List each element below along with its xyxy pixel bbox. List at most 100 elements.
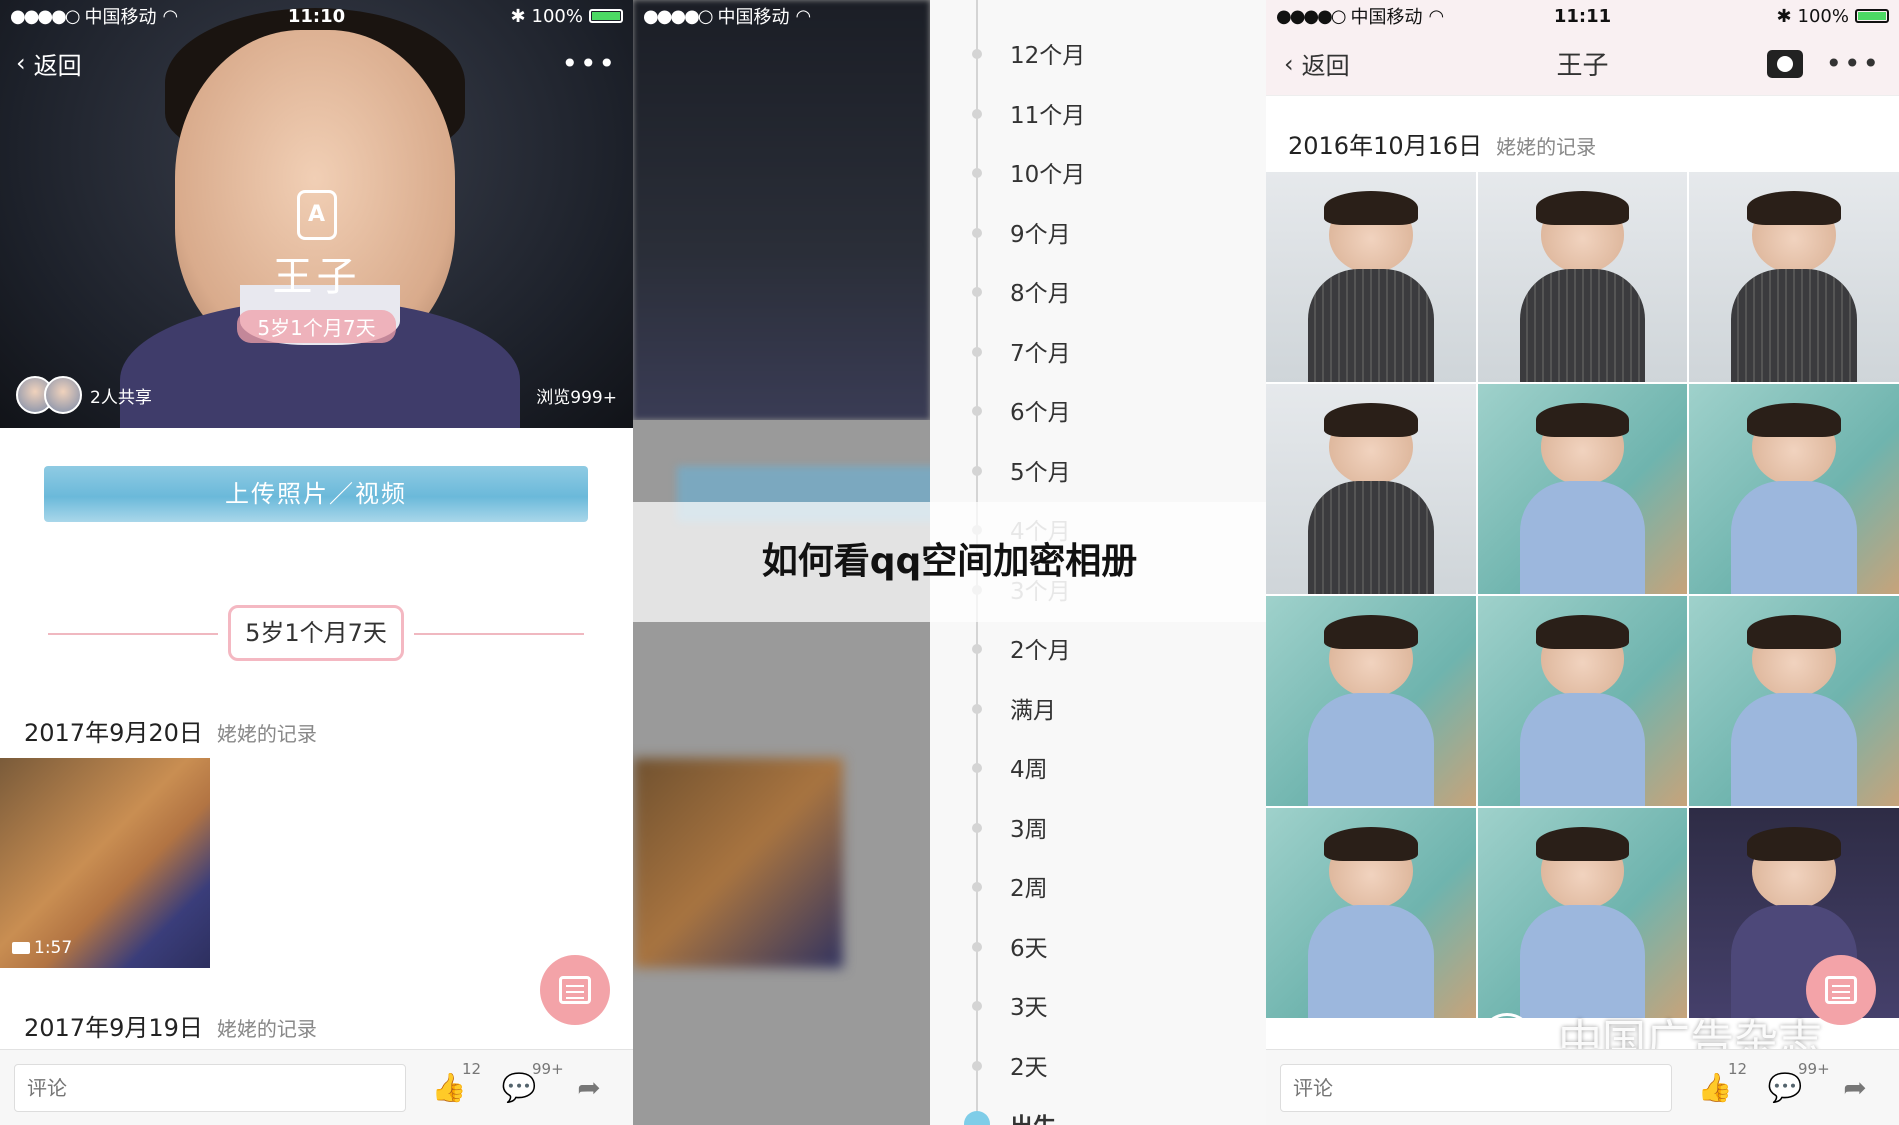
age-divider: 5岁1个月7天 bbox=[48, 605, 584, 665]
record-date: 2016年10月16日 bbox=[1288, 132, 1483, 160]
timeline-item[interactable]: 出生 bbox=[930, 1101, 1266, 1125]
timeline-dot bbox=[972, 346, 982, 357]
comment-icon[interactable]: 💬 bbox=[502, 1070, 537, 1104]
profile-header: A 王子 5岁1个月7天 bbox=[0, 190, 633, 343]
timeline-dot bbox=[972, 49, 982, 59]
signal-icon: ●●●●○ bbox=[643, 5, 714, 27]
profile-footer: 2人共享 浏览999+ bbox=[16, 376, 617, 414]
timeline-item[interactable]: 2周 bbox=[930, 863, 1266, 907]
share-icon[interactable]: ➦ bbox=[572, 1070, 606, 1104]
photo-thumbnail[interactable] bbox=[1266, 172, 1476, 382]
timeline-item[interactable]: 满月 bbox=[930, 685, 1266, 729]
timeline-item[interactable]: 6个月 bbox=[930, 387, 1266, 431]
timeline-dot bbox=[972, 703, 982, 714]
timeline-dot bbox=[972, 822, 982, 833]
timeline-label: 8个月 bbox=[1010, 281, 1071, 307]
comment-icon[interactable]: 💬 bbox=[1768, 1070, 1803, 1104]
record-header: 2017年9月20日 姥姥的记录 bbox=[24, 713, 317, 748]
calendar-button[interactable] bbox=[540, 955, 610, 1025]
record-author: 姥姥的记录 bbox=[1496, 135, 1597, 159]
timeline-dot bbox=[972, 644, 982, 654]
carrier-label: 中国移动 bbox=[84, 7, 157, 28]
status-time: 11:10 bbox=[287, 5, 346, 27]
timeline-label: 10个月 bbox=[1010, 162, 1086, 188]
video-camera-icon bbox=[12, 942, 30, 954]
timeline-item[interactable]: 8个月 bbox=[930, 268, 1266, 312]
timeline-item[interactable]: 9个月 bbox=[930, 209, 1266, 253]
photo-thumbnail[interactable] bbox=[1477, 596, 1688, 806]
record-author: 姥姥的记录 bbox=[216, 1017, 317, 1041]
timeline-item[interactable]: 6天 bbox=[930, 923, 1266, 967]
timeline-item[interactable]: 10个月 bbox=[930, 149, 1266, 193]
photo-thumbnail[interactable] bbox=[1689, 596, 1899, 806]
timeline-label: 2周 bbox=[1010, 876, 1048, 902]
timeline-item[interactable]: 4周 bbox=[930, 744, 1266, 788]
back-button[interactable]: ‹ 返回 bbox=[16, 46, 82, 81]
photo-thumbnail[interactable] bbox=[1477, 808, 1688, 1018]
like-icon[interactable]: 👍 bbox=[432, 1070, 467, 1104]
shared-users[interactable]: 2人共享 bbox=[16, 376, 152, 414]
timeline-dot bbox=[972, 108, 982, 119]
timeline-item[interactable]: 7个月 bbox=[930, 328, 1266, 372]
calendar-icon bbox=[559, 976, 591, 1004]
status-bar: ●●●●○ 中国移动 ◠ 11:10 ✱ 100% bbox=[0, 0, 633, 32]
back-button[interactable]: ‹ 返回 bbox=[1284, 46, 1350, 81]
photo-thumbnail[interactable] bbox=[1689, 384, 1899, 594]
photo-thumbnail[interactable] bbox=[1477, 172, 1688, 382]
record-header: 2016年10月16日 姥姥的记录 bbox=[1288, 126, 1596, 161]
video-duration: 1:57 bbox=[34, 938, 73, 958]
upload-button[interactable]: 上传照片／视频 bbox=[44, 466, 588, 522]
signal-icon: ●●●●○ bbox=[1276, 5, 1347, 27]
timeline-dot bbox=[972, 287, 982, 297]
nav-bar: ‹ 返回 ••• bbox=[0, 40, 633, 86]
timeline-dot bbox=[972, 168, 982, 178]
bluetooth-icon: ✱ bbox=[1776, 5, 1792, 27]
photo-thumbnail[interactable] bbox=[1689, 172, 1899, 382]
shared-count: 2人共享 bbox=[90, 387, 152, 408]
like-icon[interactable]: 👍 bbox=[1698, 1070, 1733, 1104]
status-bar: ●●●●○ 中国移动 ◠ bbox=[633, 0, 930, 32]
photo-thumbnail[interactable] bbox=[1266, 808, 1476, 1018]
timeline-label: 4周 bbox=[1010, 757, 1048, 783]
bluetooth-icon: ✱ bbox=[510, 5, 526, 27]
timeline-label: 3天 bbox=[1010, 995, 1048, 1021]
timeline-label: 12个月 bbox=[1010, 43, 1086, 69]
avatar bbox=[44, 376, 82, 414]
like-count: 12 bbox=[462, 1060, 482, 1078]
timeline-label: 出生 bbox=[1010, 1107, 1056, 1125]
timeline-dot bbox=[972, 941, 982, 952]
profile-hero: ●●●●○ 中国移动 ◠ 11:10 ✱ 100% ‹ 返回 ••• A 王子 … bbox=[0, 0, 633, 428]
timeline-item[interactable]: 2个月 bbox=[930, 625, 1266, 669]
timeline-dot bbox=[972, 465, 982, 476]
record-date: 2017年9月20日 bbox=[24, 719, 203, 747]
chevron-left-icon: ‹ bbox=[16, 49, 26, 77]
video-thumbnail[interactable]: 1:57 bbox=[0, 758, 210, 968]
camera-icon[interactable] bbox=[1767, 49, 1803, 78]
photo-thumbnail[interactable] bbox=[1266, 384, 1476, 594]
status-time: 11:11 bbox=[1553, 5, 1612, 27]
like-count: 12 bbox=[1728, 1060, 1748, 1078]
timeline-label: 满月 bbox=[1010, 697, 1056, 724]
profile-panel: ●●●●○ 中国移动 ◠ 11:10 ✱ 100% ‹ 返回 ••• A 王子 … bbox=[0, 0, 633, 1125]
timeline-item[interactable]: 3天 bbox=[930, 982, 1266, 1026]
timeline-item[interactable]: 11个月 bbox=[930, 90, 1266, 134]
share-icon[interactable]: ➦ bbox=[1838, 1070, 1872, 1104]
age-badge: 5岁1个月7天 bbox=[237, 310, 396, 343]
timeline-item[interactable]: 5个月 bbox=[930, 447, 1266, 491]
battery-icon bbox=[589, 9, 623, 23]
photo-thumbnail[interactable] bbox=[1477, 384, 1688, 594]
timeline-label: 5个月 bbox=[1010, 459, 1071, 486]
record-header: 2017年9月19日 姥姥的记录 bbox=[24, 1008, 317, 1043]
timeline-item[interactable]: 2天 bbox=[930, 1042, 1266, 1086]
timeline-dot bbox=[964, 1111, 990, 1125]
timeline-item[interactable]: 12个月 bbox=[930, 30, 1266, 74]
carrier-label: 中国移动 bbox=[717, 7, 790, 28]
more-button[interactable]: ••• bbox=[1825, 47, 1881, 80]
comment-input[interactable] bbox=[1280, 1064, 1672, 1112]
timeline-item[interactable]: 3周 bbox=[930, 804, 1266, 848]
more-button[interactable]: ••• bbox=[561, 47, 617, 80]
article-caption: 如何看qq空间加密相册 bbox=[761, 541, 1138, 582]
signal-icon: ●●●●○ bbox=[10, 5, 81, 27]
comment-input[interactable] bbox=[14, 1064, 406, 1112]
photo-thumbnail[interactable] bbox=[1266, 596, 1476, 806]
